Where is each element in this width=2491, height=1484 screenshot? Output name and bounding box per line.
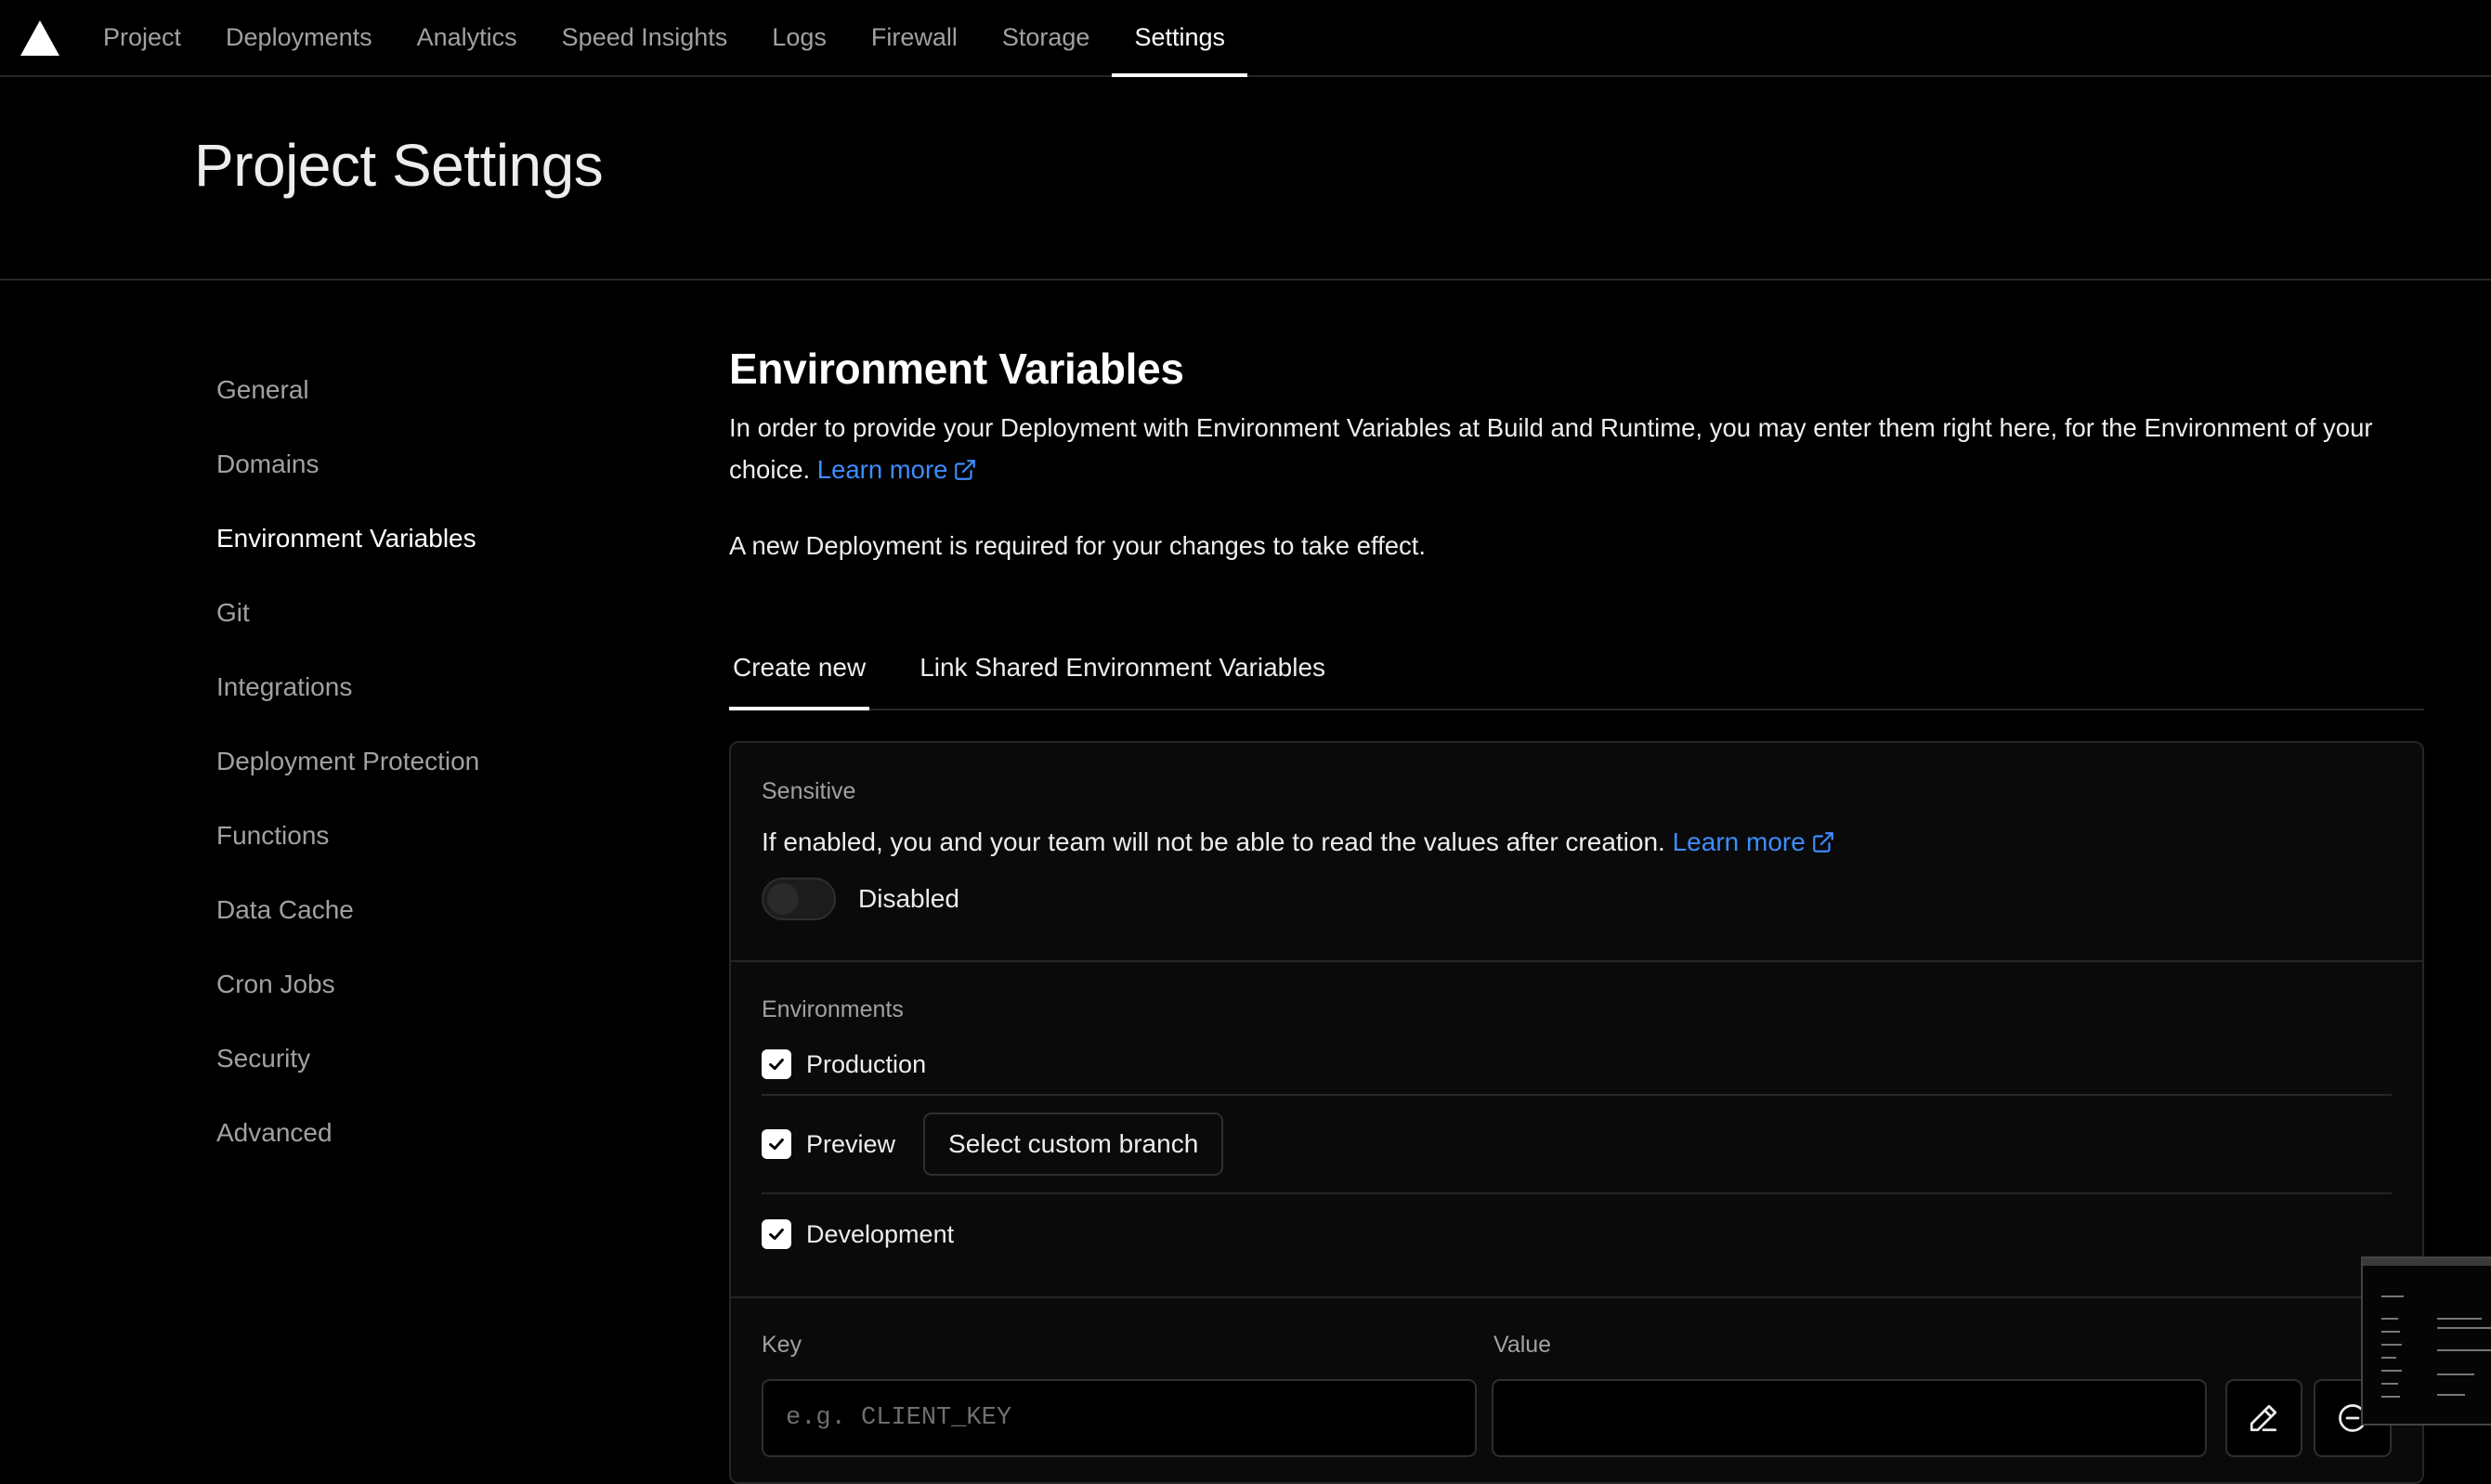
env-row-preview: Preview Select custom branch	[762, 1096, 2392, 1194]
env-tabs: Create new Link Shared Environment Varia…	[729, 630, 2424, 710]
preview-label: Preview	[806, 1129, 896, 1158]
thumbnail-line	[2437, 1394, 2465, 1396]
sidebar-item-cron-jobs[interactable]: Cron Jobs	[216, 947, 634, 1022]
sensitive-label: Sensitive	[762, 778, 856, 804]
kv-inputs	[762, 1379, 2392, 1457]
learn-more-link[interactable]: Learn more	[817, 455, 978, 484]
sidebar-item-advanced[interactable]: Advanced	[216, 1096, 634, 1170]
sensitive-learn-more-link[interactable]: Learn more	[1673, 827, 1835, 856]
sensitive-section: Sensitive If enabled, you and your team …	[731, 743, 2422, 962]
production-checkbox[interactable]	[762, 1049, 791, 1079]
tab-link-shared[interactable]: Link Shared Environment Variables	[916, 653, 1329, 709]
thumbnail-line	[2381, 1383, 2398, 1385]
key-input[interactable]	[762, 1379, 1477, 1457]
nav-tab-logs[interactable]: Logs	[750, 0, 849, 75]
sidebar-item-functions[interactable]: Functions	[216, 799, 634, 873]
value-input[interactable]	[1491, 1379, 2207, 1457]
sensitive-description: If enabled, you and your team will not b…	[762, 827, 2392, 857]
key-label: Key	[762, 1332, 802, 1358]
thumbnail-line	[2437, 1318, 2482, 1320]
sidebar-item-data-cache[interactable]: Data Cache	[216, 873, 634, 947]
external-link-icon	[1812, 832, 1833, 853]
kv-labels: Key Value	[762, 1332, 2392, 1359]
external-link-icon	[955, 460, 976, 480]
checkmark-icon	[769, 1228, 784, 1241]
thumbnail-line	[2437, 1327, 2491, 1329]
sidebar-item-domains[interactable]: Domains	[216, 427, 634, 501]
thumbnail-line	[2381, 1295, 2404, 1297]
sidebar-item-security[interactable]: Security	[216, 1022, 634, 1096]
thumbnail-line	[2381, 1344, 2402, 1346]
settings-sidebar: General Domains Environment Variables Git In…	[216, 353, 634, 1170]
thumbnail-line	[2381, 1357, 2396, 1359]
select-custom-branch-button[interactable]: Select custom branch	[923, 1113, 1224, 1176]
thumbnail-top-bar	[2363, 1258, 2491, 1266]
edit-value-button[interactable]	[2224, 1379, 2303, 1457]
section-title: Environment Variables	[729, 345, 1184, 393]
nav-tab-settings[interactable]: Settings	[1112, 0, 1247, 77]
sidebar-item-deployment-protection[interactable]: Deployment Protection	[216, 724, 634, 799]
thumbnail-line	[2381, 1331, 2400, 1333]
thumbnail-line	[2381, 1396, 2400, 1398]
sensitive-toggle[interactable]	[762, 878, 836, 920]
sidebar-item-integrations[interactable]: Integrations	[216, 650, 634, 724]
screenshot-thumbnail[interactable]	[2361, 1256, 2491, 1425]
preview-checkbox[interactable]	[762, 1129, 791, 1159]
development-checkbox[interactable]	[762, 1219, 791, 1249]
top-nav: Project Deployments Analytics Speed Insight…	[0, 0, 2491, 77]
environments-section: Environments Production Preview Select c…	[731, 962, 2422, 1298]
pencil-icon	[2250, 1404, 2277, 1432]
checkmark-icon	[769, 1058, 784, 1071]
sidebar-item-git[interactable]: Git	[216, 576, 634, 650]
checkmark-icon	[769, 1138, 784, 1151]
value-label: Value	[1493, 1332, 1552, 1358]
nav-tab-speed-insights[interactable]: Speed Insights	[540, 0, 750, 75]
nav-tab-analytics[interactable]: Analytics	[395, 0, 540, 75]
production-label: Production	[806, 1049, 927, 1078]
thumbnail-line	[2437, 1349, 2491, 1351]
env-row-production: Production	[762, 1035, 2392, 1096]
nav-tabs: Project Deployments Analytics Speed Insight…	[81, 0, 1247, 77]
main-content: Environment Variables In order to provid…	[729, 344, 2424, 1484]
thumbnail-line	[2381, 1370, 2402, 1372]
deployment-note: A new Deployment is required for your ch…	[729, 531, 1427, 560]
toggle-status-label: Disabled	[858, 884, 959, 913]
nav-tab-storage[interactable]: Storage	[980, 0, 1113, 75]
sensitive-toggle-row: Disabled	[762, 878, 2392, 920]
development-label: Development	[806, 1219, 955, 1248]
page-header: Project Settings	[0, 79, 2491, 280]
key-value-section: Key Value	[731, 1298, 2422, 1457]
thumbnail-line	[2437, 1373, 2474, 1375]
env-row-development: Development	[762, 1194, 2392, 1274]
create-env-card: Sensitive If enabled, you and your team …	[729, 741, 2424, 1484]
tab-create-new[interactable]: Create new	[729, 653, 870, 710]
nav-tab-deployments[interactable]: Deployments	[203, 0, 395, 75]
environments-label: Environments	[762, 996, 904, 1022]
nav-tab-firewall[interactable]: Firewall	[849, 0, 980, 75]
sidebar-item-environment-variables[interactable]: Environment Variables	[216, 501, 634, 576]
nav-tab-project[interactable]: Project	[81, 0, 203, 75]
sidebar-item-general[interactable]: General	[216, 353, 634, 427]
section-description: In order to provide your Deployment with…	[729, 413, 2373, 484]
toggle-knob	[767, 883, 799, 915]
thumbnail-line	[2381, 1318, 2398, 1320]
page-title: Project Settings	[194, 132, 604, 199]
